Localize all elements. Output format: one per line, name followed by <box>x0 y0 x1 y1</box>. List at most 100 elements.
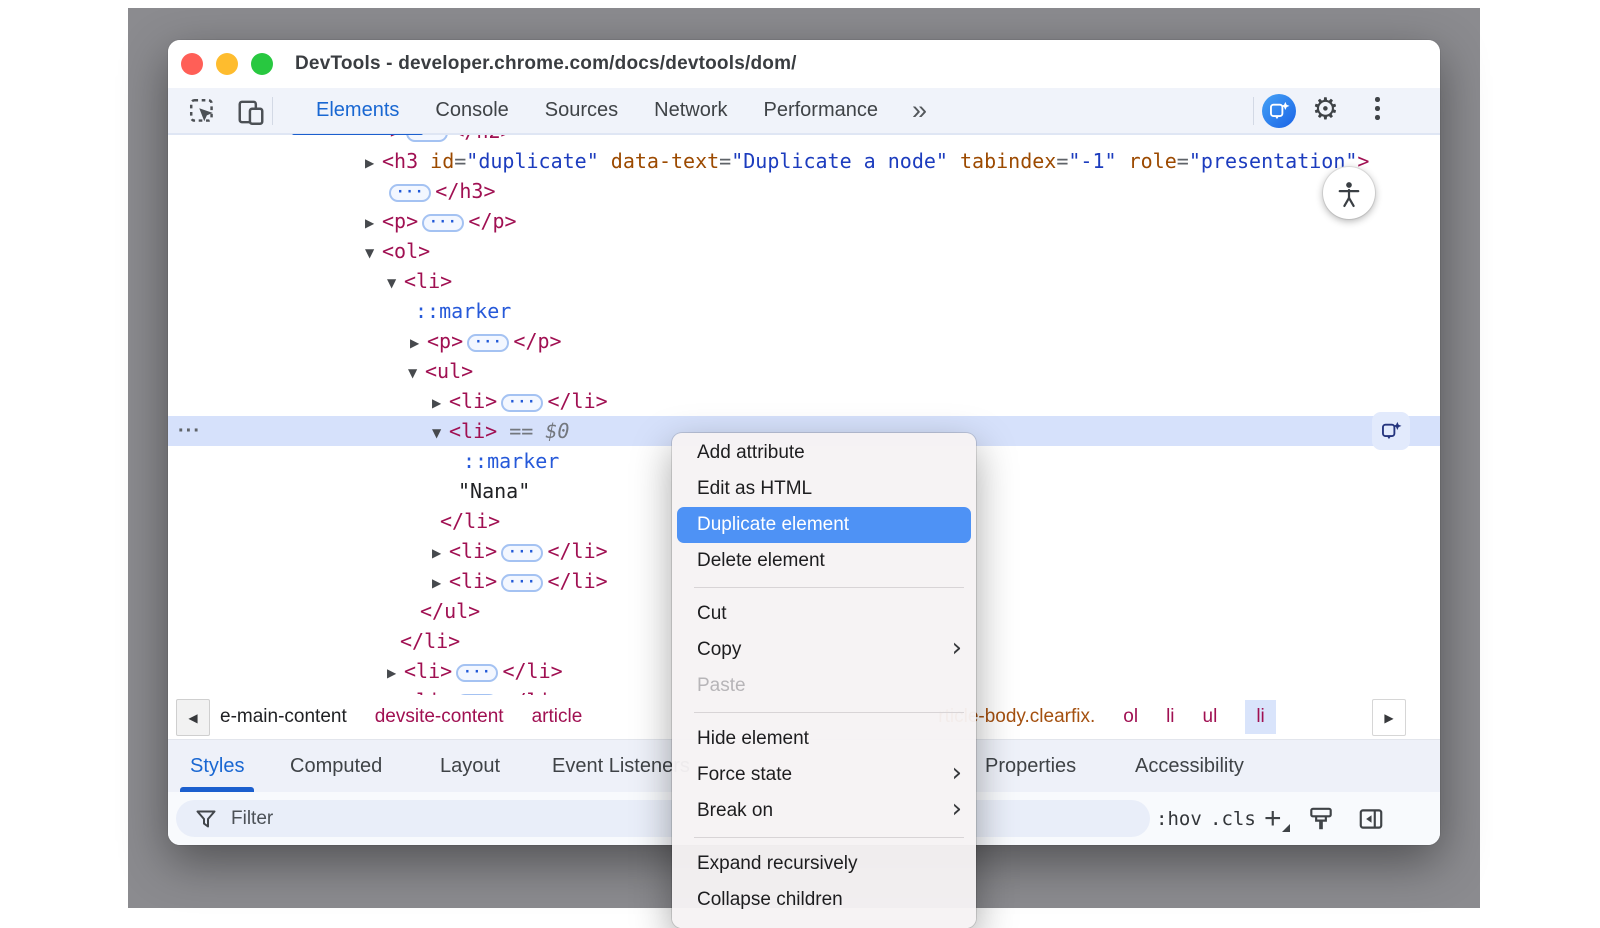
breadcrumb-scroll-right-button[interactable]: ▶ <box>1372 699 1406 736</box>
new-style-rule-button[interactable]: + <box>1264 792 1282 845</box>
disclosure-right-icon[interactable]: ▶ <box>387 658 404 688</box>
dom-token-pun: = <box>1056 149 1068 173</box>
dom-tree-row[interactable]: ::marker <box>168 296 1440 326</box>
disclosure-right-icon[interactable]: ▶ <box>387 688 404 695</box>
tab-sources[interactable]: Sources <box>527 88 636 133</box>
menu-item-copy[interactable]: Copy› <box>672 632 976 668</box>
menu-item-label: Cut <box>697 603 727 625</box>
menu-item-add-attribute[interactable]: Add attribute <box>672 435 976 471</box>
styles-filter-input[interactable]: Filter <box>176 800 1150 837</box>
collapsed-content-ellipsis-icon[interactable]: ··· <box>501 394 543 412</box>
dom-token-tag: </li> <box>547 539 607 563</box>
disclosure-down-icon[interactable]: ▼ <box>432 418 449 448</box>
tab-elements[interactable]: Elements <box>298 88 417 133</box>
tab-styles[interactable]: Styles <box>190 740 244 792</box>
element-classes-button[interactable]: .cls <box>1210 792 1256 845</box>
accessibility-fab-icon[interactable] <box>1323 167 1375 219</box>
window-title: DevTools - developer.chrome.com/docs/dev… <box>295 53 797 75</box>
disclosure-right-icon[interactable]: ▶ <box>365 208 382 238</box>
dom-tree-row[interactable]: ▶<h3 id="duplicate" data-text="Duplicate… <box>168 146 1440 176</box>
collapsed-content-ellipsis-icon[interactable]: ··· <box>456 664 498 682</box>
breadcrumb-item[interactable]: li <box>1245 700 1275 734</box>
menu-item-collapse-children[interactable]: Collapse children <box>672 882 976 918</box>
dom-token-tag: <li> <box>449 389 497 413</box>
dom-tree-row[interactable]: ▼<li> <box>168 266 1440 296</box>
minimize-window-button[interactable] <box>216 53 238 75</box>
zoom-window-button[interactable] <box>251 53 273 75</box>
disclosure-down-icon[interactable]: ▼ <box>365 238 382 268</box>
breadcrumb-item[interactable]: e-main-content <box>220 706 347 728</box>
menu-item-duplicate-element[interactable]: Duplicate element <box>677 507 971 543</box>
collapsed-content-ellipsis-icon[interactable]: ··· <box>467 334 509 352</box>
menu-item-cut[interactable]: Cut <box>672 596 976 632</box>
breadcrumb-item[interactable]: ol <box>1123 706 1138 728</box>
dom-tree-row[interactable]: ▶<p>···</p> <box>168 206 1440 236</box>
row-overflow-dots-icon[interactable]: ··· <box>178 416 201 446</box>
more-options-kebab-icon[interactable] <box>1375 97 1380 120</box>
disclosure-down-icon[interactable]: ▼ <box>387 268 404 298</box>
dom-tree-row[interactable]: ▼<ol> <box>168 236 1440 266</box>
disclosure-right-icon[interactable]: ▶ <box>432 538 449 568</box>
dom-tree-row[interactable]: ▼<ul> <box>168 356 1440 386</box>
tab-computed[interactable]: Computed <box>290 740 382 792</box>
menu-item-break-on[interactable]: Break on› <box>672 793 976 829</box>
dom-token-pseudo: ::marker <box>415 299 511 323</box>
breadcrumb-item[interactable]: devsite-content <box>375 706 504 728</box>
disclosure-right-icon[interactable]: ▶ <box>432 568 449 598</box>
collapsed-content-ellipsis-icon[interactable]: ··· <box>406 135 448 142</box>
menu-item-expand-recursively[interactable]: Expand recursively <box>672 846 976 882</box>
dock-side-icon[interactable] <box>1354 802 1388 836</box>
dom-token-tag: </ul> <box>420 599 480 623</box>
dom-tree-row[interactable]: ▶<p>···</p> <box>168 326 1440 356</box>
paint-brush-icon[interactable] <box>1304 802 1338 836</box>
toggle-element-state-button[interactable]: :hov <box>1156 792 1202 845</box>
tab-network[interactable]: Network <box>636 88 745 133</box>
more-panels-chevron-icon[interactable]: » <box>896 88 941 133</box>
disclosure-right-icon[interactable]: ▶ <box>365 148 382 178</box>
ai-assist-row-badge-icon[interactable] <box>1372 412 1410 450</box>
dom-token-attr: id <box>418 149 454 173</box>
breadcrumb-scroll-left-button[interactable]: ◀ <box>176 699 210 736</box>
collapsed-content-ellipsis-icon[interactable]: ··· <box>422 214 464 232</box>
dom-tree-row[interactable]: >···</h2> <box>168 135 1440 146</box>
dom-token-pun: = <box>719 149 731 173</box>
dom-token-val: "Duplicate a node" <box>731 149 948 173</box>
menu-item-force-state[interactable]: Force state› <box>672 757 976 793</box>
ai-assistant-icon[interactable] <box>1262 94 1296 128</box>
menu-item-paste[interactable]: Paste <box>672 668 976 704</box>
menu-item-edit-as-html[interactable]: Edit as HTML <box>672 471 976 507</box>
dom-tree-row[interactable]: ···</h3> <box>168 176 1440 206</box>
menu-item-label: Copy <box>697 639 741 661</box>
close-window-button[interactable] <box>181 53 203 75</box>
tab-accessibility[interactable]: Accessibility <box>1135 740 1244 792</box>
dom-token-tag: </li> <box>502 659 562 683</box>
collapsed-content-ellipsis-icon[interactable]: ··· <box>389 184 431 202</box>
disclosure-right-icon[interactable]: ▶ <box>432 388 449 418</box>
disclosure-right-icon[interactable]: ▶ <box>410 328 427 358</box>
tab-properties[interactable]: Properties <box>985 740 1076 792</box>
dom-token-tag: </h3> <box>435 179 495 203</box>
tab-performance[interactable]: Performance <box>746 88 897 133</box>
menu-item-delete-element[interactable]: Delete element <box>672 543 976 579</box>
collapsed-content-ellipsis-icon[interactable]: ··· <box>501 574 543 592</box>
traffic-lights <box>181 53 273 75</box>
inspect-element-icon[interactable] <box>186 95 219 128</box>
breadcrumb-item[interactable]: ul <box>1203 706 1218 728</box>
dom-token-pun: = <box>454 149 466 173</box>
dom-token-tag: </p> <box>468 209 516 233</box>
device-toolbar-icon[interactable] <box>234 95 267 128</box>
tab-console[interactable]: Console <box>417 88 526 133</box>
dom-token-pun: = <box>1177 149 1189 173</box>
disclosure-down-icon[interactable]: ▼ <box>408 358 425 388</box>
breadcrumb-item[interactable]: article <box>532 706 583 728</box>
collapsed-content-ellipsis-icon[interactable]: ··· <box>501 544 543 562</box>
dom-token-tag: <p> <box>427 329 463 353</box>
settings-gear-icon[interactable]: ⚙ <box>1312 92 1339 127</box>
dom-tree-row[interactable]: ▶<li>···</li> <box>168 386 1440 416</box>
breadcrumb-item[interactable]: li <box>1166 706 1174 728</box>
menu-item-hide-element[interactable]: Hide element <box>672 721 976 757</box>
menu-item-label: Paste <box>697 675 746 697</box>
tab-event-listeners[interactable]: Event Listeners <box>552 740 690 792</box>
tab-layout[interactable]: Layout <box>440 740 500 792</box>
window-titlebar[interactable]: DevTools - developer.chrome.com/docs/dev… <box>168 40 1440 88</box>
